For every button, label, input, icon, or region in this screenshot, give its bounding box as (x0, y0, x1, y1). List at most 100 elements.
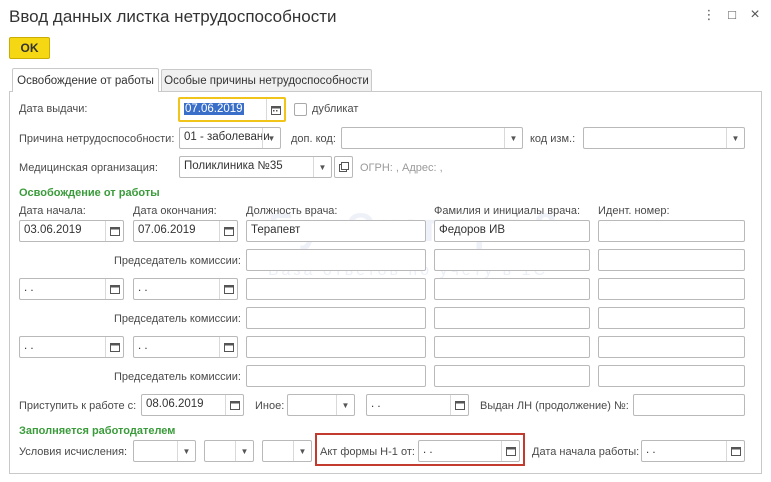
row2-end-value: . . (138, 282, 148, 294)
close-icon[interactable]: × (748, 7, 762, 23)
col-id-label: Идент. номер: (598, 205, 670, 217)
act-label: Акт формы Н-1 от: (320, 446, 415, 458)
window-title: Ввод данных листка нетрудоспособности (9, 7, 337, 26)
chairman-label-1: Председатель комиссии: (114, 255, 241, 267)
chairman3-id-input[interactable] (598, 365, 745, 387)
row2-start-value: . . (24, 282, 34, 294)
calc-conditions-label: Условия исчисления: (19, 446, 128, 458)
other-date-field[interactable]: . . (366, 394, 469, 416)
row1-name-value: Федоров ИВ (439, 224, 506, 236)
chevron-down-icon[interactable]: ▼ (726, 128, 744, 148)
calendar-icon[interactable] (105, 221, 123, 241)
extra-code-select[interactable]: ▼ (341, 127, 523, 149)
issue-date-label: Дата выдачи: (19, 103, 88, 115)
chevron-down-icon[interactable]: ▼ (313, 157, 331, 177)
return-date-field[interactable]: 08.06.2019 (141, 394, 244, 416)
row1-start-field[interactable]: 03.06.2019 (19, 220, 124, 242)
tab-release-from-work[interactable]: Освобождение от работы (12, 68, 159, 92)
row1-name-input[interactable]: Федоров ИВ (434, 220, 590, 242)
chairman2-id-input[interactable] (598, 307, 745, 329)
calendar-icon[interactable] (105, 279, 123, 299)
col-start-label: Дата начала: (19, 205, 86, 217)
work-start-field[interactable]: . . (641, 440, 745, 462)
continuation-input[interactable] (633, 394, 745, 416)
calendar-icon[interactable] (219, 221, 237, 241)
extra-code-label: доп. код: (291, 133, 336, 145)
calc-condition-3-select[interactable]: ▼ (262, 440, 312, 462)
chevron-down-icon[interactable]: ▼ (504, 128, 522, 148)
row1-position-value: Терапевт (251, 224, 301, 236)
row2-start-field[interactable]: . . (19, 278, 124, 300)
row1-end-field[interactable]: 07.06.2019 (133, 220, 238, 242)
chevron-down-icon[interactable]: ▼ (293, 441, 311, 461)
chevron-down-icon[interactable]: ▼ (177, 441, 195, 461)
chairman-label-2: Председатель комиссии: (114, 313, 241, 325)
act-date-field[interactable]: . . (418, 440, 520, 462)
other-date-value: . . (371, 398, 381, 410)
open-org-button[interactable] (334, 156, 353, 178)
row3-id-input[interactable] (598, 336, 745, 358)
options-icon[interactable]: ⋮ (702, 8, 716, 22)
calendar-icon[interactable] (225, 395, 243, 415)
work-start-value: . . (646, 444, 656, 456)
chevron-down-icon[interactable]: ▼ (262, 128, 280, 148)
row2-name-input[interactable] (434, 278, 590, 300)
change-code-select[interactable]: ▼ (583, 127, 745, 149)
calc-condition-2-select[interactable]: ▼ (204, 440, 254, 462)
calendar-icon[interactable] (501, 441, 519, 461)
row1-start-value: 03.06.2019 (24, 224, 82, 236)
medical-org-value: Поликлиника №35 (184, 160, 283, 172)
chairman1-id-input[interactable] (598, 249, 745, 271)
open-link-icon[interactable] (335, 157, 352, 177)
chevron-down-icon[interactable]: ▼ (336, 395, 354, 415)
maximize-icon[interactable]: □ (725, 8, 739, 22)
chairman2-position-input[interactable] (246, 307, 426, 329)
reason-value: 01 - заболевани (184, 131, 270, 143)
row3-end-field[interactable]: . . (133, 336, 238, 358)
row3-name-input[interactable] (434, 336, 590, 358)
calc-condition-1-select[interactable]: ▼ (133, 440, 196, 462)
other-label: Иное: (255, 400, 285, 412)
calendar-icon[interactable] (105, 337, 123, 357)
row2-id-input[interactable] (598, 278, 745, 300)
tab-special-reasons[interactable]: Особые причины нетрудоспособности (161, 69, 372, 91)
row1-end-value: 07.06.2019 (138, 224, 196, 236)
return-label: Приступить к работе с: (19, 400, 137, 412)
calendar-icon[interactable] (219, 279, 237, 299)
row1-position-input[interactable]: Терапевт (246, 220, 426, 242)
medical-org-select[interactable]: Поликлиника №35 ▼ (179, 156, 332, 178)
continuation-label: Выдан ЛН (продолжение) №: (480, 400, 629, 412)
issue-date-value: 07.06.2019 (184, 103, 244, 115)
duplicate-checkbox[interactable] (294, 103, 307, 116)
medical-org-label: Медицинская организация: (19, 162, 158, 174)
row2-position-input[interactable] (246, 278, 426, 300)
chevron-down-icon[interactable]: ▼ (235, 441, 253, 461)
col-position-label: Должность врача: (246, 205, 338, 217)
reason-select[interactable]: 01 - заболевани ▼ (179, 127, 281, 149)
row1-id-input[interactable] (598, 220, 745, 242)
calendar-icon[interactable] (450, 395, 468, 415)
other-select[interactable]: ▼ (287, 394, 355, 416)
act-date-value: . . (423, 444, 433, 456)
chairman1-position-input[interactable] (246, 249, 426, 271)
col-end-label: Дата окончания: (133, 205, 217, 217)
change-code-label: код изм.: (530, 133, 576, 145)
issue-date-field[interactable]: 07.06.2019 (178, 97, 286, 122)
duplicate-label: дубликат (312, 103, 359, 115)
row3-position-input[interactable] (246, 336, 426, 358)
chairman3-position-input[interactable] (246, 365, 426, 387)
calendar-icon[interactable] (266, 99, 284, 120)
ok-button[interactable]: OK (9, 37, 50, 59)
row2-end-field[interactable]: . . (133, 278, 238, 300)
chairman1-name-input[interactable] (434, 249, 590, 271)
chairman-label-3: Председатель комиссии: (114, 371, 241, 383)
calendar-icon[interactable] (726, 441, 744, 461)
row3-start-field[interactable]: . . (19, 336, 124, 358)
medical-org-info: ОГРН: , Адрес: , (360, 162, 443, 174)
employer-section-title: Заполняется работодателем (19, 425, 176, 437)
chairman3-name-input[interactable] (434, 365, 590, 387)
calendar-icon[interactable] (219, 337, 237, 357)
row3-end-value: . . (138, 340, 148, 352)
work-start-label: Дата начала работы: (532, 446, 640, 458)
chairman2-name-input[interactable] (434, 307, 590, 329)
